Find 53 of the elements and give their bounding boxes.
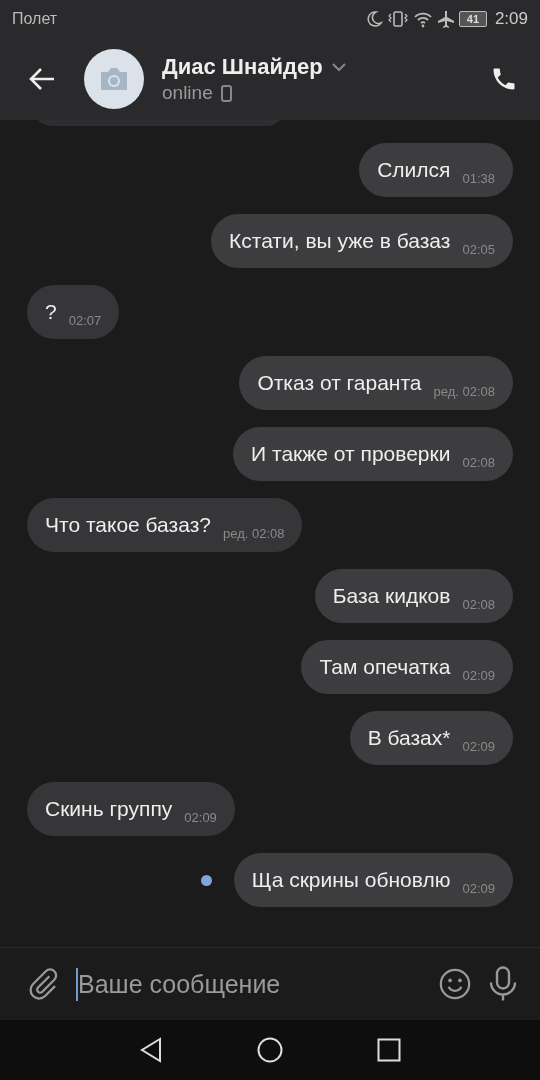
message-text: Слился — [377, 157, 451, 183]
airplane-icon — [436, 10, 455, 28]
message-time: ред. 02:08 — [222, 526, 285, 541]
message-time: 02:09 — [462, 881, 495, 896]
message-time: 02:07 — [68, 313, 102, 328]
battery-icon: 41 — [458, 11, 487, 27]
message-bubble[interactable]: В базах* 02:09 — [349, 711, 513, 765]
smiley-icon[interactable] — [438, 967, 472, 1001]
message-text: В базах* — [367, 725, 451, 751]
carrier-name: Полет — [12, 10, 58, 28]
message-input-field[interactable]: Ваше сообщение — [76, 967, 422, 1001]
moon-icon — [364, 10, 383, 28]
message-text: Что такое базаз? — [45, 512, 211, 538]
message-text: База кидков — [332, 583, 451, 609]
phone-device-icon — [220, 84, 232, 102]
message-bubble[interactable]: Что такое базаз? ред. 02:08 — [27, 498, 303, 552]
message-bubble[interactable]: База кидков 02:08 — [314, 569, 513, 623]
back-nav-icon[interactable] — [139, 1037, 163, 1063]
message-bubble[interactable]: ? 02:07 — [27, 285, 120, 339]
message-time: 02:05 — [462, 242, 495, 257]
message-text: Ща скрины обновлю — [251, 867, 451, 893]
message-bubble[interactable]: Ща скрины обновлю 02:09 — [233, 853, 513, 907]
message-bubble[interactable]: Кстати, вы уже в базаз 02:05 — [211, 214, 513, 268]
contact-name[interactable]: Диас Шнайдер — [162, 54, 323, 80]
message-time: ред. 02:08 — [433, 384, 495, 399]
chevron-down-icon[interactable] — [330, 62, 347, 72]
message-bubble[interactable]: Слился 01:38 — [359, 143, 513, 197]
message-bubble[interactable]: Там опечатка 02:09 — [301, 640, 513, 694]
message-time: 02:08 — [462, 455, 495, 470]
clock: 2:09 — [494, 9, 528, 29]
message-time: 02:09 — [184, 810, 217, 825]
message-bubble[interactable]: Отказ от гаранта ред. 02:08 — [239, 356, 513, 410]
message-time: 02:09 — [462, 668, 495, 683]
microphone-icon[interactable] — [488, 966, 518, 1002]
back-arrow-icon[interactable] — [28, 67, 56, 91]
message-bubble[interactable]: Скинь группу 02:09 — [27, 782, 235, 836]
message-time: 02:08 — [462, 597, 495, 612]
message-time: 01:38 — [462, 171, 495, 186]
recents-nav-icon[interactable] — [377, 1038, 401, 1062]
vibrate-icon — [386, 10, 409, 28]
message-time: 02:09 — [462, 739, 495, 754]
message-text: Скинь группу — [45, 796, 173, 822]
message-text: Отказ от гаранта — [257, 370, 422, 396]
message-text: ? — [45, 299, 57, 325]
message-text: Там опечатка — [319, 654, 451, 680]
presence-status: online — [162, 82, 213, 104]
message-bubble[interactable]: И также от проверки 02:08 — [233, 427, 513, 481]
home-nav-icon[interactable] — [257, 1037, 283, 1063]
camera-icon — [98, 66, 130, 92]
message-text: Кстати, вы уже в базаз — [229, 228, 451, 254]
avatar[interactable] — [84, 49, 144, 109]
message-text: И также от проверки — [251, 441, 451, 467]
wifi-icon — [412, 10, 433, 28]
